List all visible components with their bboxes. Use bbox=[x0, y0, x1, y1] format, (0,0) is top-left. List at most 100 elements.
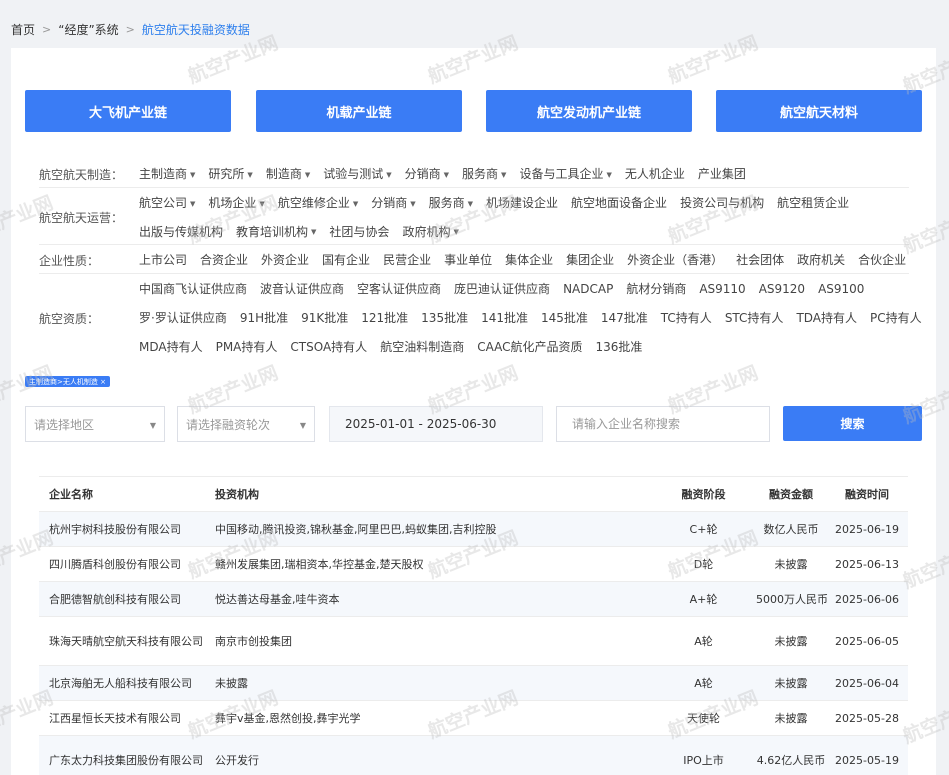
filter-option[interactable]: 分销商 ▼ bbox=[371, 194, 415, 211]
filter-option[interactable]: 合资企业 bbox=[200, 251, 248, 268]
filter-option[interactable]: 147批准 bbox=[601, 309, 648, 326]
filter-option[interactable]: STC持有人 bbox=[725, 309, 784, 326]
filter-option[interactable]: AS9110 bbox=[699, 282, 745, 296]
filter-option[interactable]: AS9100 bbox=[818, 282, 864, 296]
filter-option[interactable]: 航空油料制造商 bbox=[380, 338, 464, 355]
filter-option[interactable]: 91K批准 bbox=[301, 309, 348, 326]
filter-option[interactable]: 政府机关 bbox=[797, 251, 845, 268]
chain-button-aircraft[interactable]: 大飞机产业链 bbox=[25, 90, 231, 132]
filter-option[interactable]: 社会团体 bbox=[736, 251, 784, 268]
filter-items: 罗·罗认证供应商 91H批准 91K批准 121批准 135批准 141批准 145批准 14… bbox=[139, 303, 922, 332]
filter-option[interactable]: 集团企业 bbox=[566, 251, 614, 268]
filter-option[interactable]: 集体企业 bbox=[505, 251, 553, 268]
filter-option[interactable]: TC持有人 bbox=[661, 309, 712, 326]
filter-option[interactable]: PMA持有人 bbox=[216, 338, 278, 355]
filter-option[interactable]: 中国商飞认证供应商 bbox=[139, 280, 247, 297]
filter-option[interactable]: 136批准 bbox=[596, 338, 643, 355]
filter-option[interactable]: 研究所 ▼ bbox=[208, 165, 252, 182]
filter-option[interactable]: 国有企业 bbox=[322, 251, 370, 268]
filter-option[interactable]: 服务商 ▼ bbox=[462, 165, 506, 182]
filter-option-label: 服务商 bbox=[462, 167, 499, 181]
filter-option-label: TDA持有人 bbox=[796, 311, 858, 325]
filter-option[interactable]: 135批准 bbox=[421, 309, 468, 326]
filter-option[interactable]: 试验与测试 ▼ bbox=[323, 165, 391, 182]
filter-option-label: 民营企业 bbox=[383, 253, 432, 267]
cell-stage: A轮 bbox=[694, 677, 713, 690]
filter-option[interactable]: 主制造商 ▼ bbox=[139, 165, 195, 182]
filter-option[interactable]: 分销商 ▼ bbox=[405, 165, 449, 182]
filter-option[interactable]: CAAC航化产品资质 bbox=[477, 338, 582, 355]
round-select[interactable]: 请选择融资轮次 ▼ bbox=[177, 406, 315, 442]
filter-option-label: 政府机关 bbox=[797, 253, 846, 267]
filter-option[interactable]: TDA持有人 bbox=[796, 309, 857, 326]
filter-option[interactable]: 121批准 bbox=[361, 309, 408, 326]
filter-option[interactable]: 外资企业（香港） bbox=[627, 251, 723, 268]
filter-option[interactable]: 合伙企业 bbox=[858, 251, 906, 268]
filter-option[interactable]: 航空公司 ▼ bbox=[139, 194, 195, 211]
table-row[interactable]: 北京海舶无人船科技有限公司 未披露 A轮 未披露 2025-06-04 bbox=[39, 666, 908, 701]
filter-option[interactable]: 机场企业 ▼ bbox=[208, 194, 264, 211]
filter-option[interactable]: MDA持有人 bbox=[139, 338, 203, 355]
region-select[interactable]: 请选择地区 ▼ bbox=[25, 406, 165, 442]
caret-down-icon: ▼ bbox=[410, 199, 416, 208]
filter-option[interactable]: 无人机企业 bbox=[625, 165, 685, 182]
filter-option[interactable]: 航材分销商 bbox=[626, 280, 686, 297]
chain-button-airborne[interactable]: 机载产业链 bbox=[256, 90, 462, 132]
filter-option[interactable]: PC持有人 bbox=[870, 309, 922, 326]
cell-stage: C+轮 bbox=[689, 523, 718, 536]
filter-option[interactable]: 庞巴迪认证供应商 bbox=[454, 280, 550, 297]
filter-option-label: 政府机构 bbox=[402, 224, 451, 239]
active-filter-tag[interactable]: 主制造商>无人机制造 × bbox=[25, 376, 110, 387]
filter-option[interactable]: 外资企业 bbox=[261, 251, 309, 268]
filter-option[interactable]: AS9120 bbox=[759, 282, 805, 296]
filter-option[interactable]: 社团与协会 bbox=[329, 223, 389, 240]
breadcrumb-system[interactable]: “经度”系统 bbox=[58, 21, 118, 38]
filter-option[interactable]: 投资公司与机构 bbox=[680, 194, 764, 211]
filter-option[interactable]: 上市公司 bbox=[139, 251, 187, 268]
filter-option[interactable]: 航空租赁企业 bbox=[777, 194, 849, 211]
filter-option[interactable]: 产业集团 bbox=[698, 165, 746, 182]
cell-company: 珠海天晴航空航天科技有限公司 bbox=[49, 634, 203, 648]
table-row[interactable]: 江西星恒长天技术有限公司 彝宇v基金,恩然创投,彝宇光学 天使轮 未披露 202… bbox=[39, 701, 908, 736]
filter-option[interactable]: 设备与工具企业 ▼ bbox=[519, 165, 611, 182]
filter-option[interactable]: 教育培训机构 ▼ bbox=[236, 223, 316, 240]
chain-button-materials[interactable]: 航空航天材料 bbox=[716, 90, 922, 132]
filter-option[interactable]: 141批准 bbox=[481, 309, 528, 326]
search-button[interactable]: 搜索 bbox=[783, 406, 922, 441]
chain-button-engine[interactable]: 航空发动机产业链 bbox=[486, 90, 692, 132]
cell-company: 北京海舶无人船科技有限公司 bbox=[49, 676, 192, 690]
table-row[interactable]: 合肥德智航创科技有限公司 悦达善达母基金,哇牛资本 A+轮 5000万人民币 2… bbox=[39, 582, 908, 617]
company-name-search-input[interactable] bbox=[556, 406, 770, 442]
filter-option[interactable]: 波音认证供应商 bbox=[260, 280, 344, 297]
table-row[interactable]: 杭州宇树科技股份有限公司 中国移动,腾讯投资,锦秋基金,阿里巴巴,蚂蚁集团,吉利… bbox=[39, 512, 908, 547]
breadcrumb-home[interactable]: 首页 bbox=[11, 21, 35, 38]
filter-option[interactable]: 航空维修企业 ▼ bbox=[278, 194, 358, 211]
filter-option[interactable]: NADCAP bbox=[563, 282, 613, 296]
filter-option[interactable]: CTSOA持有人 bbox=[290, 338, 367, 355]
filter-option[interactable]: 航空地面设备企业 bbox=[571, 194, 667, 211]
filter-option[interactable]: 罗·罗认证供应商 bbox=[139, 309, 227, 326]
filter-option-label: 试验与测试 bbox=[323, 167, 384, 181]
filter-option-label: 事业单位 bbox=[444, 253, 493, 267]
filter-option-label: 分销商 bbox=[371, 196, 408, 210]
filter-option-label: 社团与协会 bbox=[329, 224, 390, 239]
filter-option[interactable]: 145批准 bbox=[541, 309, 588, 326]
cell-date: 2025-06-04 bbox=[835, 676, 899, 690]
filter-option[interactable]: 机场建设企业 bbox=[486, 194, 558, 211]
table-row[interactable]: 珠海天晴航空航天科技有限公司 南京市创投集团 A轮 未披露 2025-06-05 bbox=[39, 617, 908, 666]
caret-down-icon: ▼ bbox=[190, 170, 196, 179]
table-row[interactable]: 广东太力科技集团股份有限公司 公开发行 IPO上市 4.62亿人民币 2025-… bbox=[39, 736, 908, 775]
date-range-picker[interactable]: 2025-01-01 - 2025-06-30 bbox=[329, 406, 543, 442]
filter-option[interactable]: 事业单位 bbox=[444, 251, 492, 268]
filter-option[interactable]: 制造商 ▼ bbox=[266, 165, 310, 182]
caret-down-icon: ▼ bbox=[190, 199, 196, 208]
table-row[interactable]: 四川腾盾科创股份有限公司 赣州发展集团,瑞相资本,华控基金,楚天股权 D轮 未披… bbox=[39, 547, 908, 582]
filter-option-label: 航空维修企业 bbox=[277, 196, 350, 210]
filter-option[interactable]: 91H批准 bbox=[240, 309, 288, 326]
filter-option-label: 147批准 bbox=[600, 311, 648, 325]
filter-option[interactable]: 政府机构 ▼ bbox=[402, 223, 458, 240]
filter-option[interactable]: 民营企业 bbox=[383, 251, 431, 268]
filter-option[interactable]: 出版与传媒机构 bbox=[139, 223, 223, 240]
filter-option[interactable]: 空客认证供应商 bbox=[357, 280, 441, 297]
filter-option[interactable]: 服务商 ▼ bbox=[429, 194, 473, 211]
